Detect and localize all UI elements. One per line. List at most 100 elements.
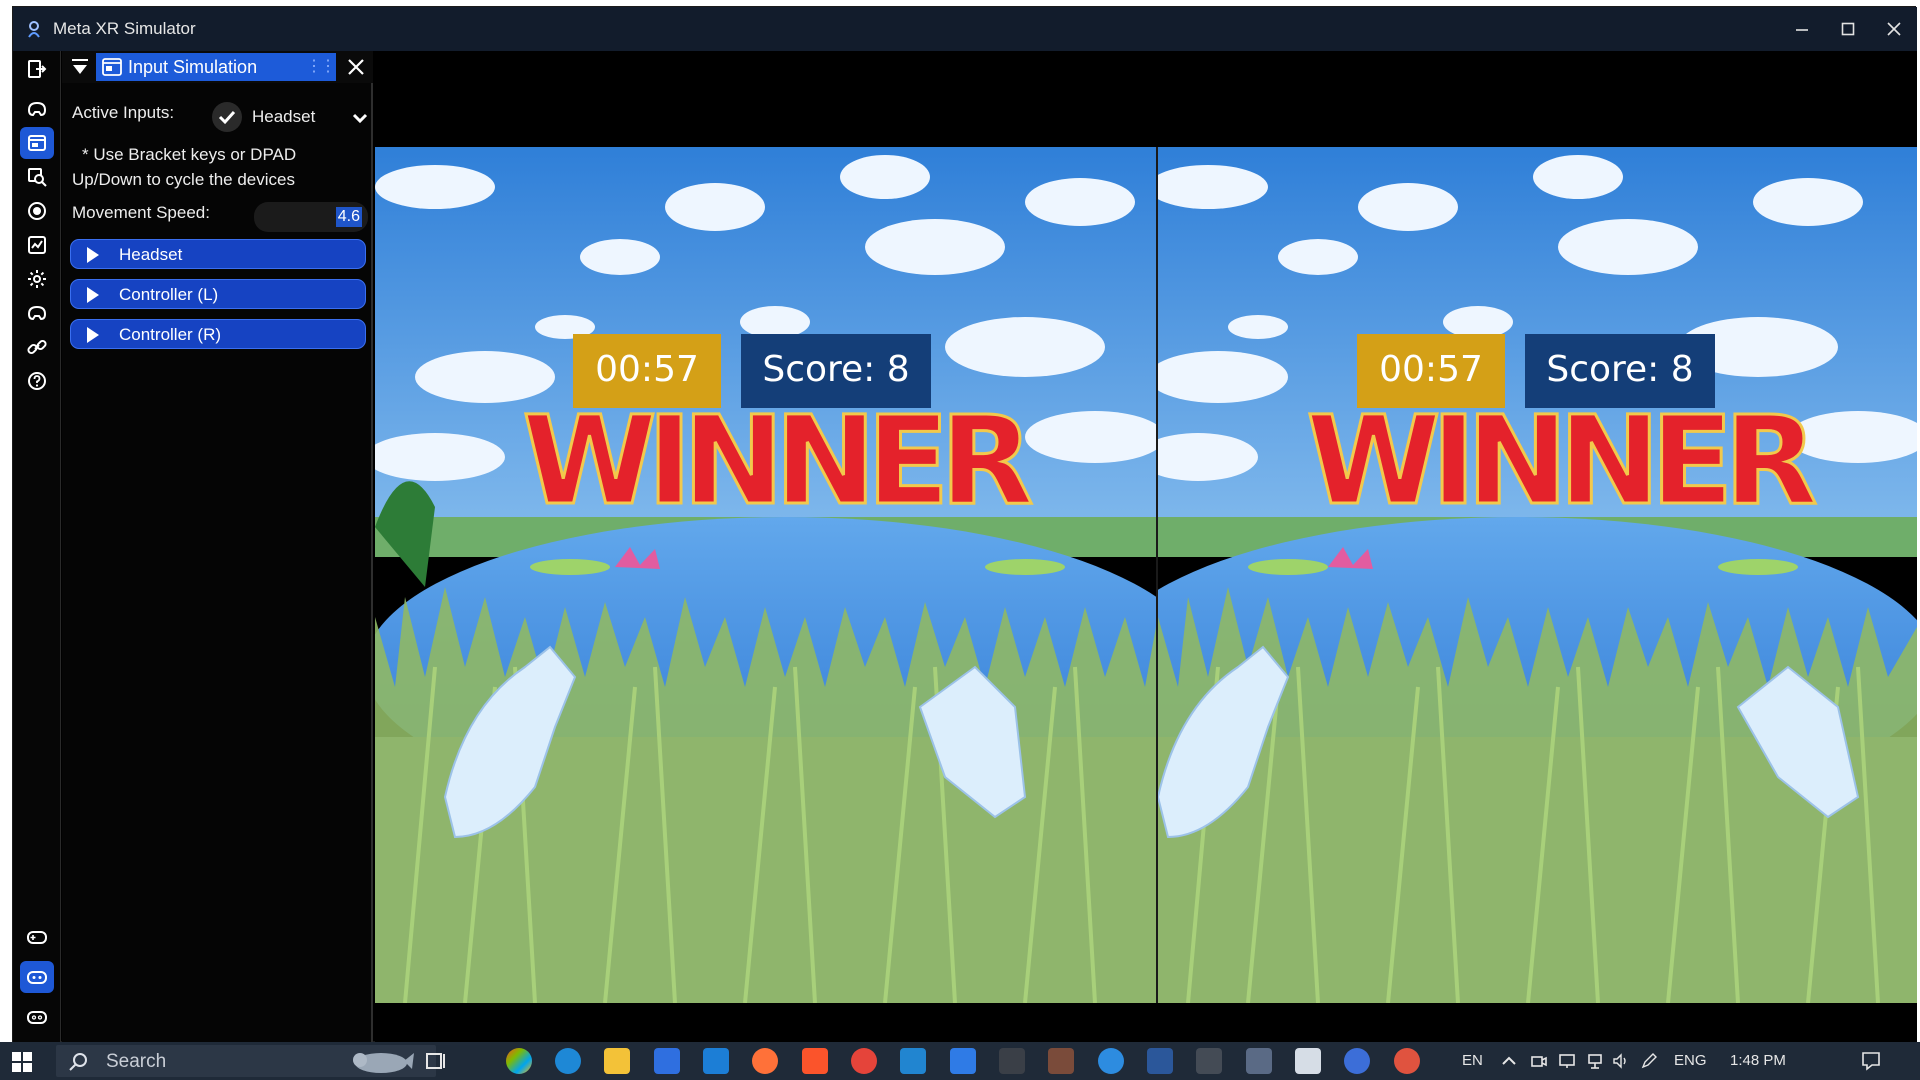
taskbar: Search EN ENG 1:48 PM: [0, 1042, 1920, 1080]
desktop: Meta XR Simulator Input Simulation ⋮⋮ Ac…: [0, 0, 1920, 1080]
device-headset-button[interactable]: Headset: [70, 239, 366, 269]
strip-help-button[interactable]: [20, 365, 54, 397]
device-controller-left-button[interactable]: Controller (L): [70, 279, 366, 309]
app-flame-icon[interactable]: [1394, 1048, 1420, 1074]
controller-outline-icon: [27, 1011, 47, 1024]
tab-label: Input Simulation: [128, 57, 258, 77]
network-icon[interactable]: [1586, 1052, 1604, 1070]
strip-settings-button[interactable]: [20, 263, 54, 295]
lily-pad: [1718, 559, 1798, 575]
headset-icon: [27, 101, 47, 117]
score-text: Score: 8: [1546, 349, 1694, 390]
lily-pad: [985, 559, 1065, 575]
camera-icon[interactable]: [1530, 1052, 1548, 1070]
movement-speed-value[interactable]: 4.6: [335, 207, 362, 227]
strip-exit-button[interactable]: [20, 53, 54, 85]
close-panel-icon[interactable]: [344, 55, 368, 79]
language-short[interactable]: EN: [1462, 1052, 1483, 1069]
language[interactable]: ENG: [1674, 1052, 1707, 1069]
mail-icon[interactable]: [703, 1048, 729, 1074]
taskbar-search-box[interactable]: Search: [56, 1045, 436, 1077]
lily-pad: [530, 559, 610, 575]
title-bar[interactable]: Meta XR Simulator: [13, 7, 1917, 51]
window-title: Meta XR Simulator: [53, 19, 196, 38]
strip-gamepad-button[interactable]: [20, 921, 54, 953]
strip-performance-button[interactable]: [20, 229, 54, 261]
pen-icon[interactable]: [1640, 1052, 1658, 1070]
hint-line-2: Up/Down to cycle the devices: [72, 170, 295, 189]
link-icon: [27, 339, 47, 355]
microsoft-store-icon[interactable]: [654, 1048, 680, 1074]
terminal-icon[interactable]: [999, 1048, 1025, 1074]
strip-controller-active-button[interactable]: [20, 961, 54, 993]
word-icon[interactable]: [1147, 1048, 1173, 1074]
meta-xr-simulator-taskbar-icon[interactable]: [1344, 1048, 1370, 1074]
file-explorer-icon[interactable]: [604, 1048, 630, 1074]
right-eye-scene: [1158, 147, 1917, 1003]
chevron-up-icon[interactable]: [1500, 1052, 1518, 1070]
strip-headset-button[interactable]: [20, 93, 54, 125]
search-icon: [69, 1053, 87, 1071]
tab-input-simulation[interactable]: Input Simulation ⋮⋮: [96, 53, 336, 81]
device-label: Controller (L): [119, 285, 219, 304]
lily-pad: [1248, 559, 1328, 575]
copilot-icon[interactable]: [506, 1048, 532, 1074]
search-placeholder: Search: [106, 1051, 167, 1072]
app-window-icon[interactable]: [1295, 1048, 1321, 1074]
left-eye-scene: [375, 147, 1156, 1003]
vr-stereo-viewport[interactable]: 00:57 Score: 8 WINNER 00:57 Score: 8 WIN…: [375, 51, 1917, 1043]
task-view-icon[interactable]: [423, 1048, 449, 1074]
meta-xr-app-icon: [28, 21, 40, 38]
headset-active-checkbox[interactable]: [212, 102, 242, 132]
browser-app-icon[interactable]: [1098, 1048, 1124, 1074]
winner-banner-right: WINNER: [1305, 390, 1819, 532]
minimize-button[interactable]: [1779, 7, 1825, 51]
strip-link-button[interactable]: [20, 331, 54, 363]
checkmark-icon: [218, 110, 236, 125]
todo-icon[interactable]: [950, 1048, 976, 1074]
close-window-button[interactable]: [1871, 7, 1917, 51]
maximize-button[interactable]: [1825, 7, 1871, 51]
strip-headset-2-button[interactable]: [20, 297, 54, 329]
notifications-icon[interactable]: [1860, 1050, 1882, 1072]
chrome-icon[interactable]: [851, 1048, 877, 1074]
active-input-value: Headset: [252, 107, 316, 126]
input-simulation-tab-icon: [102, 58, 122, 76]
timer-text: 00:57: [1379, 349, 1483, 390]
display-icon[interactable]: [1558, 1052, 1576, 1070]
strip-inspect-button[interactable]: [20, 161, 54, 193]
unity-hub-icon[interactable]: [1196, 1048, 1222, 1074]
chevron-down-icon[interactable]: [349, 107, 371, 129]
simulator-window: Meta XR Simulator Input Simulation ⋮⋮ Ac…: [12, 6, 1917, 1043]
strip-controller-button[interactable]: [20, 1001, 54, 1033]
panel-header: Input Simulation ⋮⋮: [62, 51, 373, 83]
timer-text: 00:57: [595, 349, 699, 390]
calculator-icon[interactable]: [1048, 1048, 1074, 1074]
strip-record-button[interactable]: [20, 195, 54, 227]
windows-start-icon[interactable]: [8, 1050, 36, 1074]
brave-browser-icon[interactable]: [802, 1048, 828, 1074]
device-controller-right-button[interactable]: Controller (R): [70, 319, 366, 349]
movement-speed-field[interactable]: 4.6: [254, 202, 368, 232]
volume-icon[interactable]: [1612, 1052, 1630, 1070]
search-highlight-manatee-icon: [353, 1053, 414, 1073]
clock-time[interactable]: 1:48 PM: [1730, 1052, 1786, 1069]
device-label: Headset: [119, 245, 183, 264]
vscode-icon[interactable]: [900, 1048, 926, 1074]
input-simulation-icon: [28, 135, 46, 151]
vr-headset-icon: [27, 305, 47, 321]
collapse-panel-icon[interactable]: [68, 56, 92, 78]
input-simulation-panel: Input Simulation ⋮⋮ Active Inputs: Heads…: [62, 51, 373, 1043]
exit-door-icon: [28, 60, 47, 78]
drag-grip-icon[interactable]: ⋮⋮: [306, 56, 336, 76]
close-icon: [1887, 22, 1901, 36]
left-eye-view[interactable]: [375, 147, 1156, 1003]
active-inputs-label: Active Inputs:: [72, 103, 175, 122]
firefox-icon[interactable]: [752, 1048, 778, 1074]
right-eye-view[interactable]: [1158, 147, 1917, 1003]
controller-icon: [27, 971, 47, 984]
device-label: Controller (R): [119, 325, 222, 344]
strip-input-simulation-button[interactable]: [20, 127, 54, 159]
unity-editor-icon[interactable]: [1246, 1048, 1272, 1074]
edge-browser-icon[interactable]: [555, 1048, 581, 1074]
